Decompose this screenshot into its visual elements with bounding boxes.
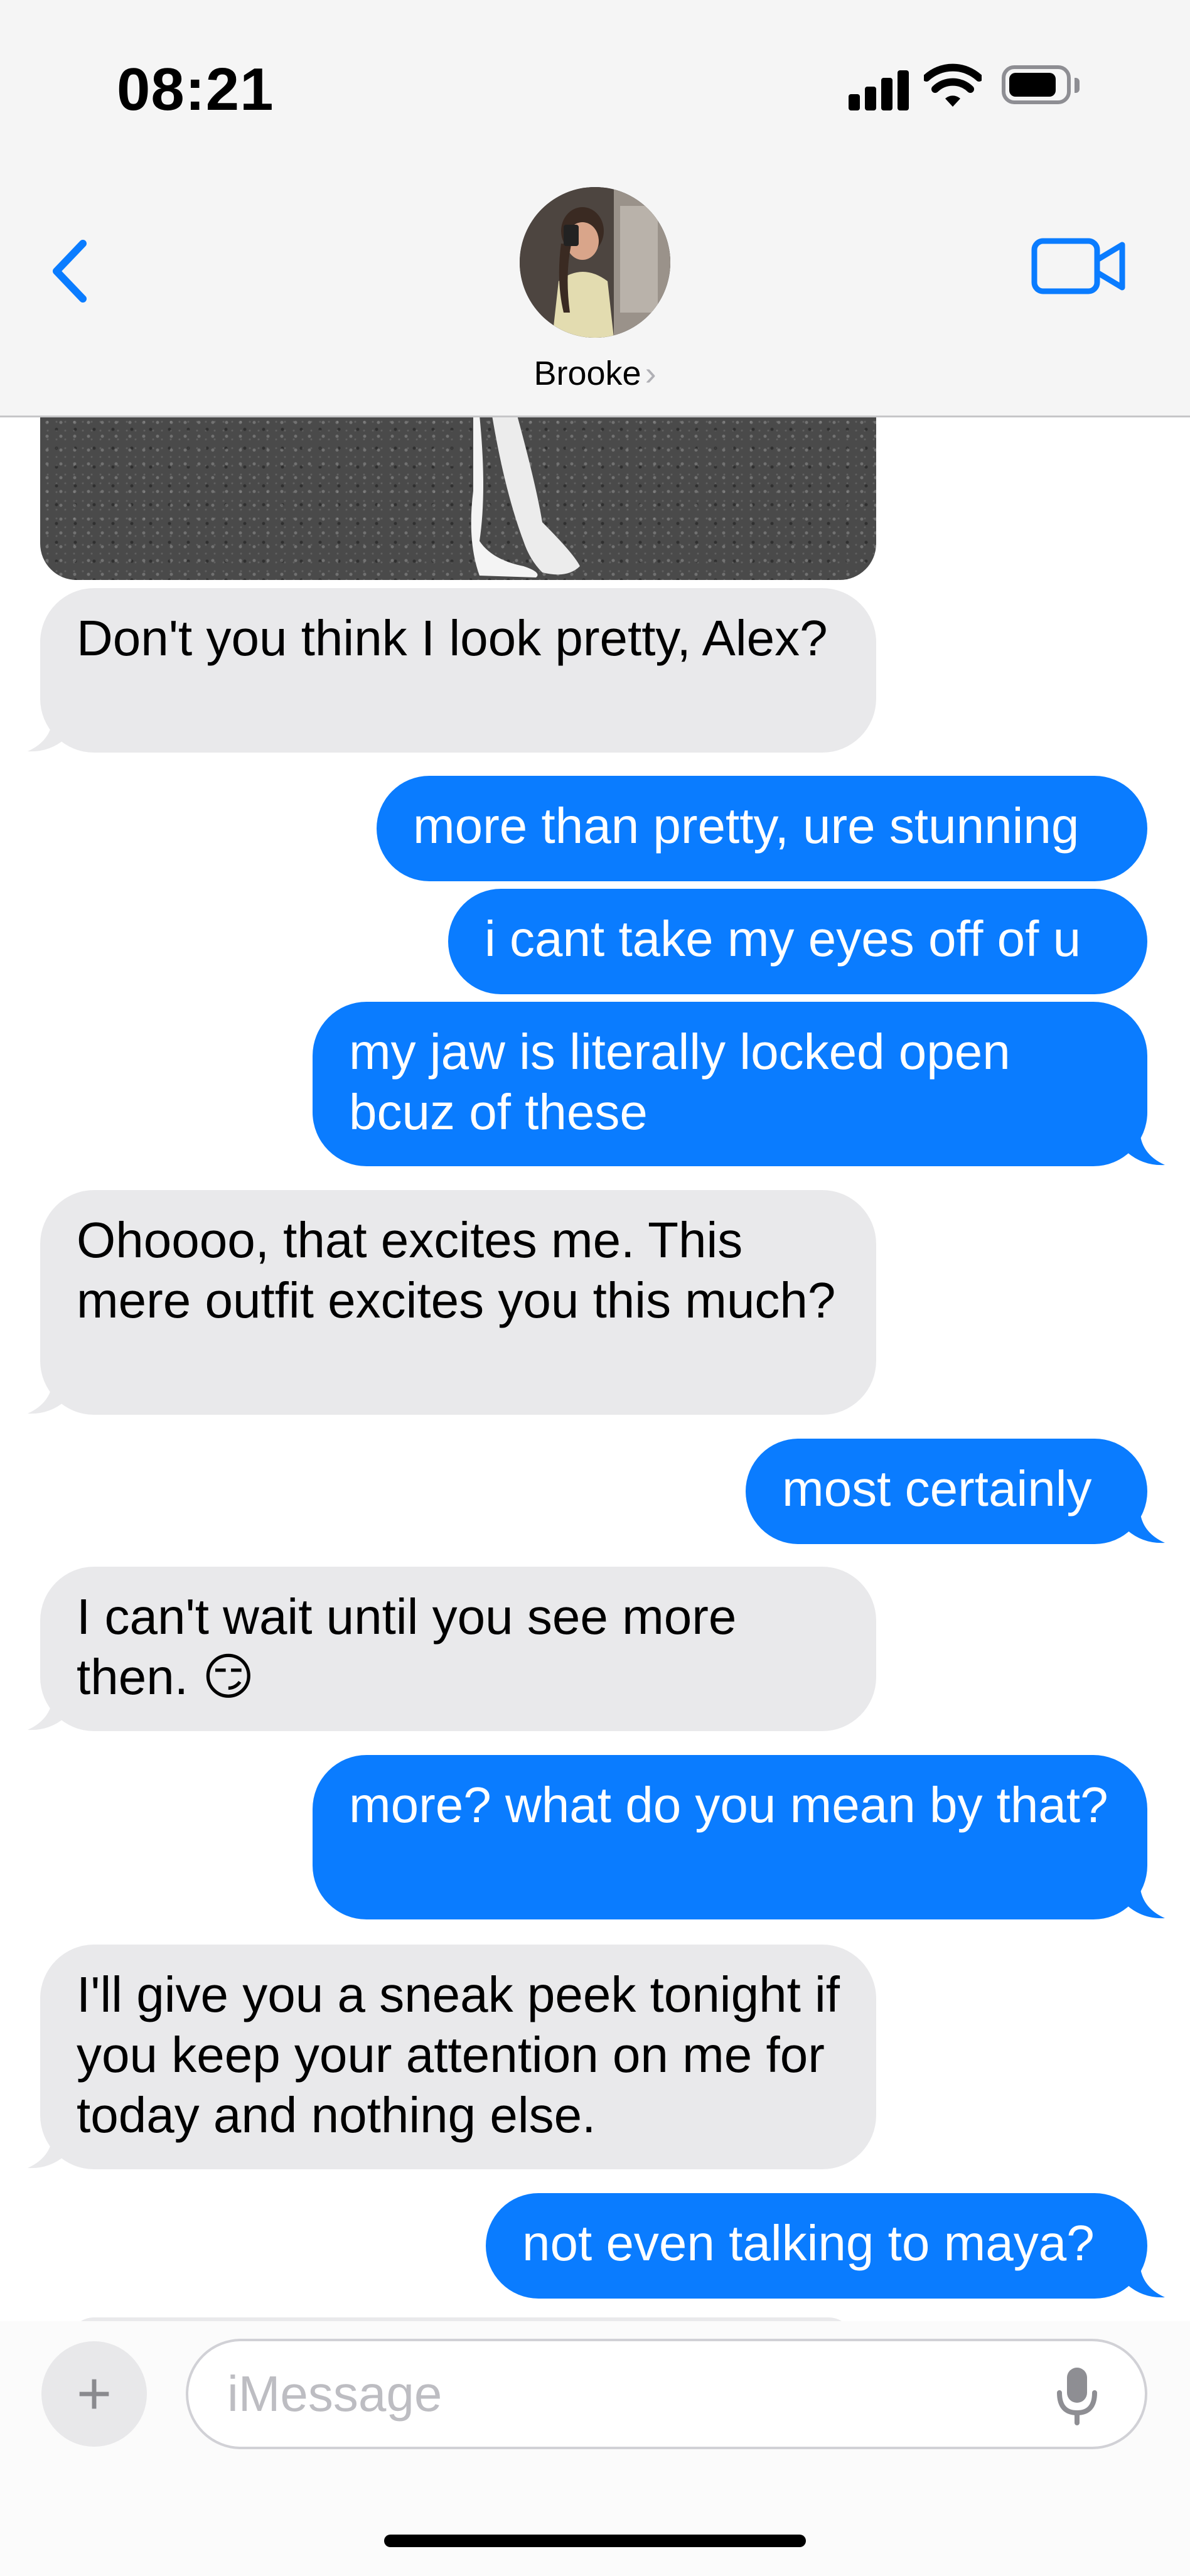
home-indicator[interactable]: [384, 2535, 806, 2547]
message-text: most certainly: [782, 1461, 1092, 1516]
chevron-left-icon[interactable]: [39, 227, 102, 315]
bubble-tail: [28, 1693, 65, 1731]
photo-attachment[interactable]: [40, 416, 876, 580]
message-bubble-incoming[interactable]: I'll give you a sneak peek tonight if yo…: [40, 1945, 876, 2169]
message-bubble-outgoing[interactable]: my jaw is literally locked open bcuz of …: [313, 1002, 1147, 1166]
message-text: I can't wait until you see more then. 😏: [77, 1589, 737, 1705]
message-bubble-outgoing[interactable]: not even talking to maya?: [486, 2193, 1147, 2299]
bubble-tail: [28, 2132, 65, 2169]
status-bar: 08:21: [0, 0, 1190, 164]
bubble-tail: [1127, 1129, 1165, 1166]
message-bubble-incoming[interactable]: I can't wait until you see more then. 😏: [40, 1567, 876, 1731]
contact-name-button[interactable]: Brooke ›: [0, 354, 1190, 393]
message-text: i cant take my eyes off of u: [485, 911, 1081, 967]
contact-name: Brooke: [533, 355, 641, 392]
message-bubble-incoming[interactable]: Don't you think I look pretty, Alex?: [40, 588, 876, 753]
video-camera-icon[interactable]: [1029, 231, 1130, 300]
chevron-right-icon: ›: [645, 355, 657, 392]
message-text: I'll give you a sneak peek tonight if yo…: [77, 1967, 840, 2143]
bubble-tail: [28, 1377, 65, 1414]
add-attachment-button[interactable]: +: [41, 2341, 147, 2447]
bubble-tail: [28, 715, 65, 752]
message-thread[interactable]: Don't you think I look pretty, Alex? mor…: [0, 416, 1190, 2321]
plus-icon: +: [76, 2360, 112, 2427]
message-bubble-incoming[interactable]: Ohoooo, that excites me. This mere outfi…: [40, 1190, 876, 1415]
wifi-icon: [924, 63, 982, 107]
microphone-icon[interactable]: [1052, 2364, 1102, 2427]
message-text: my jaw is literally locked open bcuz of …: [349, 1024, 1010, 1140]
message-text: more than pretty, ure stunning: [413, 798, 1080, 854]
message-text: Ohoooo, that excites me. This mere outfi…: [77, 1212, 836, 1328]
message-text: Don't you think I look pretty, Alex?: [77, 610, 828, 666]
status-time: 08:21: [117, 56, 274, 123]
message-bubble-outgoing[interactable]: more than pretty, ure stunning: [377, 776, 1147, 881]
message-text: not even talking to maya?: [522, 2215, 1095, 2271]
battery-icon: [1002, 65, 1081, 107]
bubble-tail: [1127, 1506, 1165, 1543]
message-bubble-outgoing[interactable]: most certainly: [746, 1439, 1147, 1544]
message-bubble-outgoing[interactable]: i cant take my eyes off of u: [448, 889, 1147, 994]
avatar[interactable]: [520, 187, 670, 338]
bubble-tail: [1127, 1882, 1165, 1919]
message-text: more? what do you mean by that?: [349, 1777, 1108, 1833]
message-input[interactable]: [186, 2339, 1147, 2449]
message-bubble-outgoing[interactable]: more? what do you mean by that?: [313, 1755, 1147, 1919]
bubble-tail: [1127, 2261, 1165, 2298]
conversation-header: Brooke ›: [0, 164, 1190, 417]
cellular-signal-icon: [849, 65, 909, 110]
